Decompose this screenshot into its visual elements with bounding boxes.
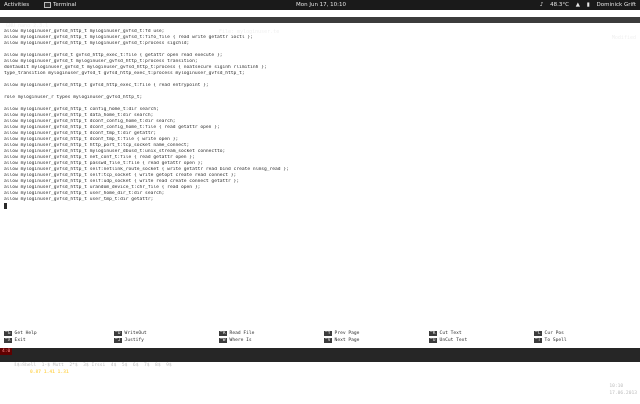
code-line[interactable]: allow myloginuser_gvfsd_http_t user_tmp_… — [4, 197, 636, 203]
volume-icon[interactable]: ♪ — [540, 2, 544, 8]
shortcut-where-is[interactable]: ^W Where Is — [219, 338, 252, 344]
shortcut-next-page[interactable]: ^V Next Page — [324, 338, 359, 344]
tmux-window-list: 1$ Shell 1-$ Mutt 2*$ 3$ Irssi 4$ 5$ 6$ … — [14, 363, 172, 368]
shortcut-justify[interactable]: ^J Justify — [114, 338, 144, 344]
tmux-right-status: 10:10 17.06.2013 — [583, 376, 637, 404]
shortcut-exit[interactable]: ^X Exit — [4, 338, 26, 344]
shortcut-prev-page[interactable]: ^Y Prev Page — [324, 331, 359, 337]
top-bar: Activities Terminal Mon Jun 17, 10:10 ♪ … — [0, 0, 640, 10]
tmux-session: 4:0 — [0, 348, 13, 355]
app-name: Terminal — [53, 2, 77, 8]
shortcut-get-help[interactable]: ^G Get Help — [4, 331, 37, 337]
app-menu-terminal[interactable]: Terminal — [44, 0, 76, 10]
shortcut-writeout[interactable]: ^O WriteOut — [114, 331, 147, 337]
terminal-icon — [44, 1, 51, 8]
nano-shortcut-bar: ^G Get Help ^O WriteOut ^R Read File ^Y Prev… — [4, 331, 636, 345]
battery-icon[interactable]: ▮ — [587, 2, 590, 8]
shortcut-cut-text[interactable]: ^K Cut Text — [429, 331, 462, 337]
tmux-time: 10:10 — [609, 384, 624, 389]
user-menu[interactable]: Dominick Grift — [596, 2, 636, 8]
load-status-line: Load: 0.87 1.41 1.31 — [0, 355, 640, 375]
load-values: 0.87 1.41 1.31 — [30, 370, 69, 375]
shortcut-uncut-text[interactable]: ^U UnCut Text — [429, 338, 467, 344]
text-cursor — [4, 203, 7, 209]
nano-title-bar: GNU nano 2.3.1 File: myloginuser.te Modi… — [0, 17, 640, 41]
shortcut-cur-pos[interactable]: ^C Cur Pos — [534, 331, 564, 337]
activities-button[interactable]: Activities — [4, 0, 29, 10]
system-status-area[interactable]: ♪ 48.3°C ▲ ▮ Dominick Grift — [535, 0, 636, 10]
tmux-date: 17.06.2013 — [609, 391, 637, 396]
editor-buffer[interactable]: allow myloginuser_gvfsd_http_t myloginus… — [4, 29, 636, 203]
temperature-indicator[interactable]: 48.3°C — [550, 2, 569, 8]
tmux-status-bar: 4:0 1$ Shell 1-$ Mutt 2*$ 3$ Irssi 4$ 5$… — [0, 348, 640, 396]
load-label: Load: — [14, 363, 28, 368]
clock[interactable]: Mon Jun 17, 10:10 — [296, 0, 346, 10]
shortcut-read-file[interactable]: ^R Read File — [219, 331, 254, 337]
terminal-window[interactable]: GNU nano 2.3.1 File: myloginuser.te Modi… — [0, 10, 640, 396]
shortcut-to-spell[interactable]: ^T To Spell — [534, 338, 567, 344]
network-icon[interactable]: ▲ — [576, 2, 580, 8]
